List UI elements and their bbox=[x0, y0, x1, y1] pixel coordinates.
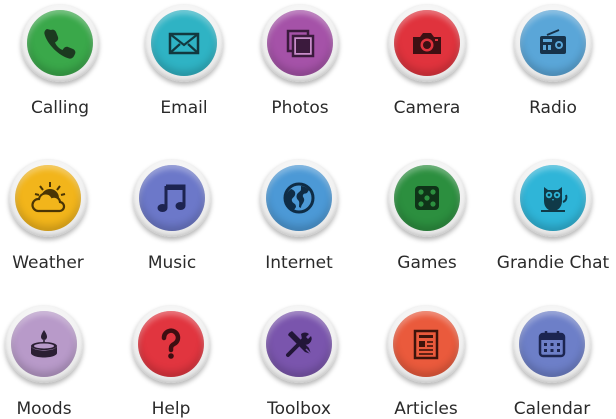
app-label: Calendar bbox=[513, 399, 591, 419]
radio-icon bbox=[540, 29, 566, 54]
app-label: Music bbox=[147, 253, 197, 273]
app-label: Games bbox=[397, 253, 457, 273]
app-label: Articles bbox=[394, 399, 458, 419]
photos-icon bbox=[286, 29, 315, 58]
app-photos[interactable]: Photos bbox=[240, 4, 360, 118]
app-label: Grandie Chat bbox=[496, 253, 610, 273]
app-button-ring[interactable] bbox=[388, 159, 466, 237]
article-icon bbox=[413, 329, 439, 360]
app-disc bbox=[138, 311, 204, 377]
app-disc bbox=[11, 311, 77, 377]
app-music[interactable]: Music bbox=[112, 159, 232, 273]
app-button-ring[interactable] bbox=[5, 305, 83, 383]
app-button-ring[interactable] bbox=[261, 4, 339, 82]
app-button-ring[interactable] bbox=[513, 305, 591, 383]
globe-icon bbox=[283, 182, 315, 214]
app-button-ring[interactable] bbox=[387, 305, 465, 383]
app-help[interactable]: Help bbox=[111, 305, 231, 419]
app-internet[interactable]: Internet bbox=[239, 159, 359, 273]
app-disc bbox=[139, 165, 205, 231]
app-button-ring[interactable] bbox=[514, 159, 592, 237]
app-button-ring[interactable] bbox=[145, 4, 223, 82]
app-label: Internet bbox=[265, 253, 333, 273]
tools-icon bbox=[286, 331, 312, 357]
app-articles[interactable]: Articles bbox=[366, 305, 486, 419]
app-disc bbox=[393, 311, 459, 377]
app-disc bbox=[520, 10, 586, 76]
question-icon bbox=[161, 328, 181, 359]
app-disc bbox=[151, 10, 217, 76]
weather-icon bbox=[31, 182, 66, 213]
candle-icon bbox=[31, 330, 57, 358]
app-disc bbox=[519, 311, 585, 377]
camera-icon bbox=[413, 33, 441, 54]
app-button-ring[interactable] bbox=[260, 305, 338, 383]
app-label: Radio bbox=[529, 98, 577, 118]
app-button-ring[interactable] bbox=[9, 159, 87, 237]
app-toolbox[interactable]: Toolbox bbox=[239, 305, 359, 419]
app-disc bbox=[520, 165, 586, 231]
app-disc bbox=[266, 165, 332, 231]
phone-icon bbox=[44, 29, 76, 59]
app-button-ring[interactable] bbox=[260, 159, 338, 237]
app-camera[interactable]: Camera bbox=[367, 4, 487, 118]
app-button-ring[interactable] bbox=[388, 4, 466, 82]
app-calendar[interactable]: Calendar bbox=[492, 305, 612, 419]
app-button-ring[interactable] bbox=[132, 305, 210, 383]
app-radio[interactable]: Radio bbox=[493, 4, 613, 118]
app-label: Camera bbox=[393, 98, 461, 118]
owl-icon bbox=[541, 187, 568, 212]
app-label: Help bbox=[151, 399, 191, 419]
calendar-icon bbox=[538, 331, 566, 358]
app-label: Toolbox bbox=[267, 399, 331, 419]
app-disc bbox=[15, 165, 81, 231]
app-label: Calling bbox=[30, 98, 90, 118]
envelope-icon bbox=[168, 32, 200, 55]
app-weather[interactable]: Weather bbox=[0, 159, 108, 273]
app-disc bbox=[267, 10, 333, 76]
app-disc bbox=[266, 311, 332, 377]
app-disc bbox=[27, 10, 93, 76]
app-label: Photos bbox=[271, 98, 329, 118]
music-icon bbox=[157, 184, 186, 212]
app-button-ring[interactable] bbox=[133, 159, 211, 237]
app-label: Weather bbox=[12, 253, 84, 273]
app-label: Email bbox=[160, 98, 208, 118]
app-disc bbox=[394, 10, 460, 76]
app-games[interactable]: Games bbox=[367, 159, 487, 273]
app-email[interactable]: Email bbox=[124, 4, 244, 118]
app-button-ring[interactable] bbox=[514, 4, 592, 82]
app-label: Moods bbox=[16, 399, 72, 419]
app-grandie-chat[interactable]: Grandie Chat bbox=[493, 159, 613, 273]
app-moods[interactable]: Moods bbox=[0, 305, 104, 419]
app-disc bbox=[394, 165, 460, 231]
app-button-ring[interactable] bbox=[21, 4, 99, 82]
dice-icon bbox=[415, 186, 439, 210]
app-calling[interactable]: Calling bbox=[0, 4, 120, 118]
